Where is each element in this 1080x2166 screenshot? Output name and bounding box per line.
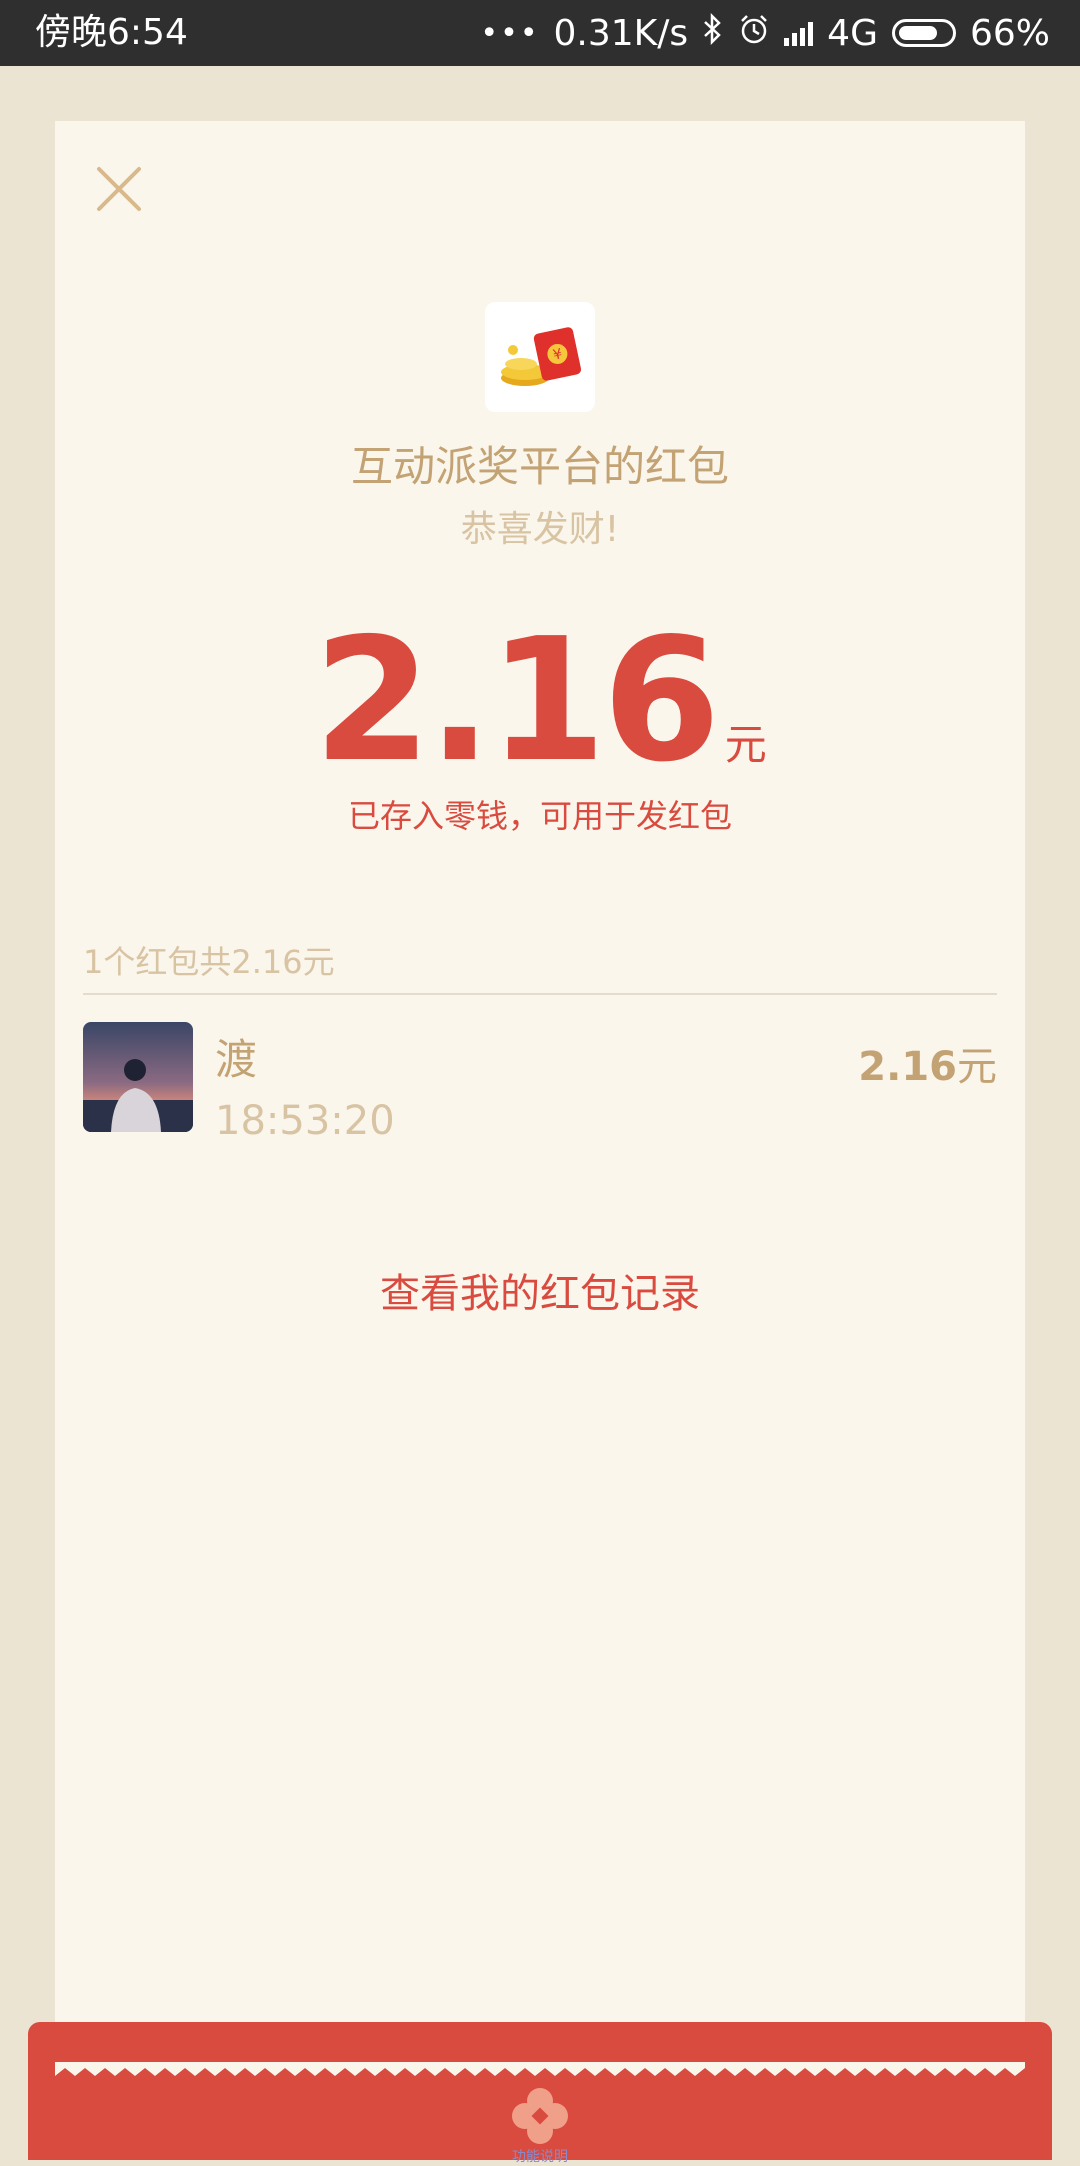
network-type: 4G <box>827 12 878 54</box>
status-time: 傍晚6:54 <box>35 12 188 53</box>
more-dots: ••• <box>480 15 540 51</box>
status-bar: 傍晚6:54 ••• 0.31K/s 4G 66% <box>0 0 1080 66</box>
list-item[interactable]: 渡 18:53:20 2.16元 <box>83 1022 997 1144</box>
bluetooth-icon <box>702 12 724 54</box>
red-packet-detail-card: ¥ 互动派奖平台的红包 恭喜发财! 2.16 元 已存入零钱，可用于发红包 1个红… <box>55 121 1025 2081</box>
recipient-amount-value: 2.16 <box>858 1044 957 1090</box>
received-amount: 2.16 元 <box>55 611 1025 791</box>
battery-level: 66% <box>969 12 1050 54</box>
footer-label[interactable]: 功能说明 <box>500 2146 580 2166</box>
alarm-icon <box>738 13 770 54</box>
receive-time: 18:53:20 <box>215 1098 395 1144</box>
avatar <box>83 1022 193 1132</box>
packet-title: 互动派奖平台的红包 <box>350 442 729 491</box>
recipient-amount-unit: 元 <box>957 1044 997 1090</box>
recipient-amount: 2.16元 <box>858 1034 997 1092</box>
net-speed: 0.31K/s <box>553 12 689 54</box>
packet-summary: 1个红包共2.16元 <box>83 943 335 981</box>
battery-icon <box>891 19 956 47</box>
amount-unit: 元 <box>724 720 767 769</box>
zigzag-edge <box>55 2062 1025 2076</box>
saved-note: 已存入零钱，可用于发红包 <box>347 797 732 835</box>
amount-value: 2.16 <box>313 602 720 800</box>
close-icon[interactable] <box>89 159 149 219</box>
recipient-name: 渡 <box>215 1035 258 1084</box>
signal-icon <box>784 20 814 46</box>
view-records-link[interactable]: 查看我的红包记录 <box>55 1261 1025 1319</box>
status-right-group: ••• 0.31K/s 4G 66% <box>480 10 1050 56</box>
red-packet-logo-icon: ¥ <box>485 302 595 412</box>
blessing-text: 恭喜发财! <box>460 509 620 550</box>
flower-icon[interactable] <box>510 2086 570 2146</box>
divider <box>83 993 997 995</box>
